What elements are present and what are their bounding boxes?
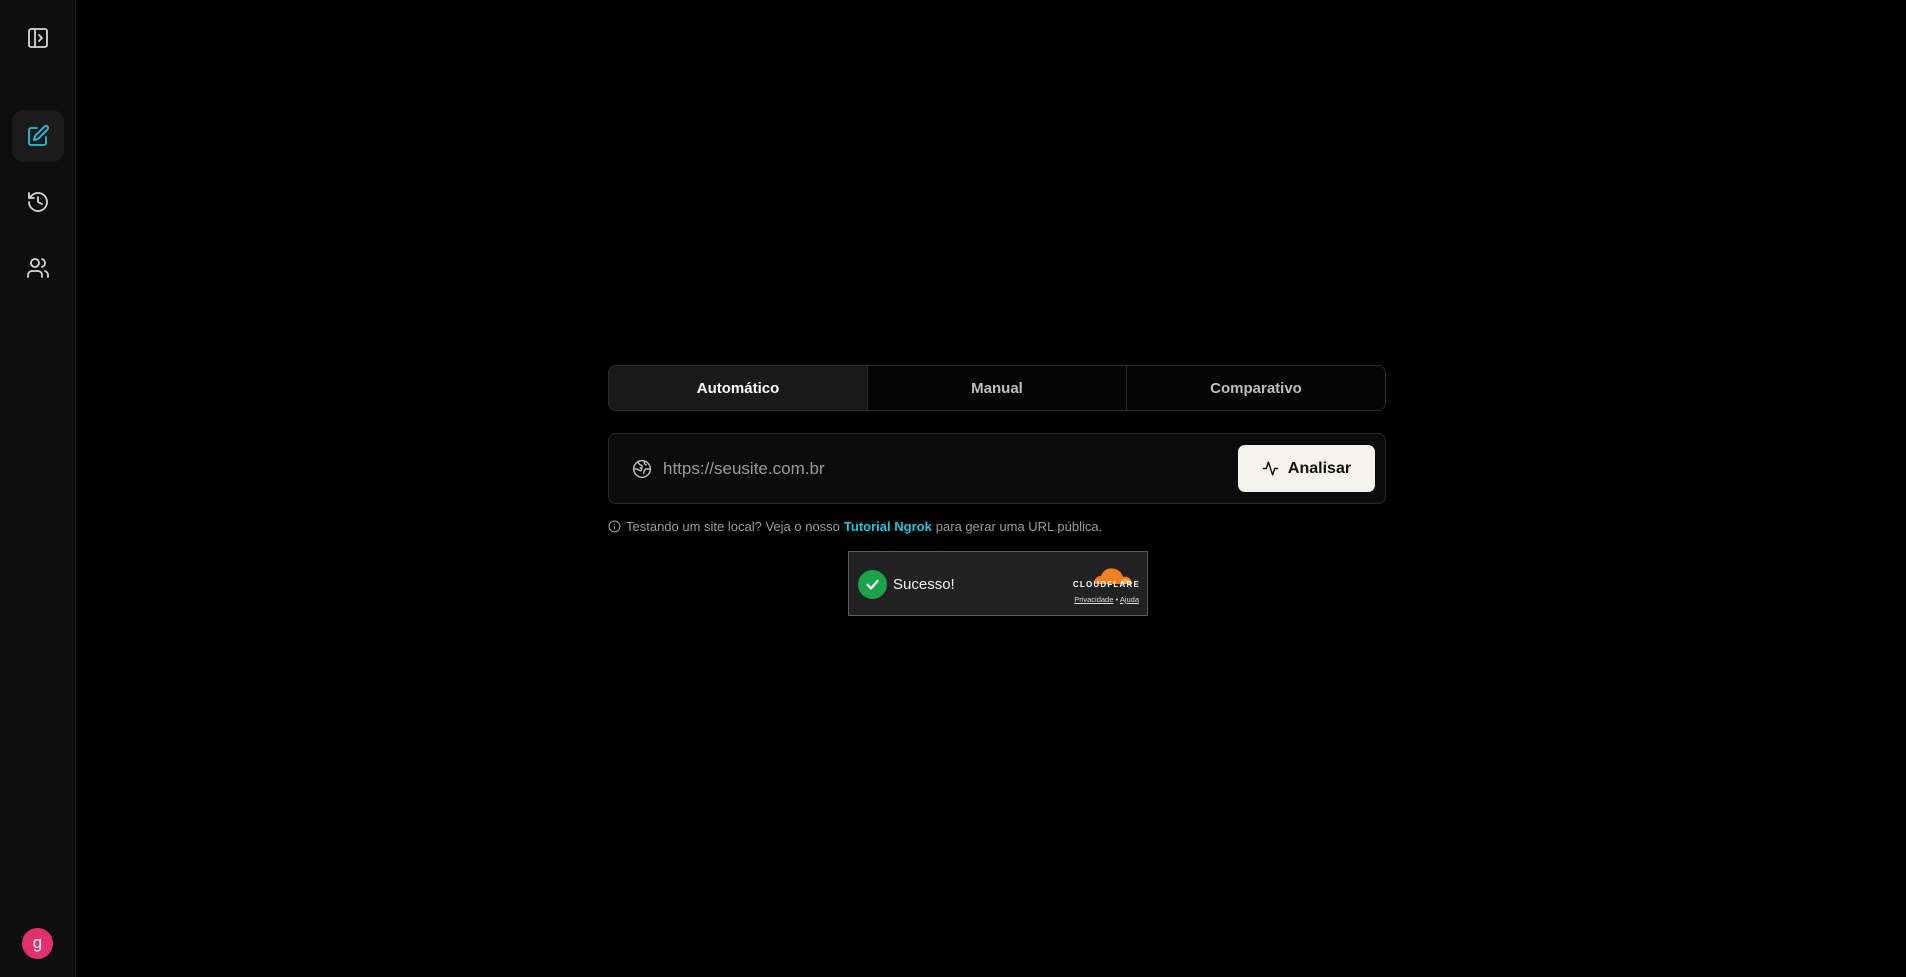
edit-icon (28, 125, 49, 146)
history-icon (28, 192, 48, 212)
sidebar-item-history[interactable] (12, 176, 64, 228)
url-input[interactable] (663, 450, 1203, 488)
success-check-icon (858, 570, 887, 599)
activity-icon (1262, 461, 1279, 476)
panel-toggle-icon (28, 28, 48, 48)
analyze-button-label: Analisar (1287, 459, 1352, 477)
privacy-link[interactable]: Privacidade (1074, 595, 1113, 604)
sidebar-item-new-analysis[interactable] (12, 110, 64, 162)
captcha-status: Sucesso! (893, 576, 955, 593)
links-separator: • (1115, 595, 1119, 604)
tab-manual[interactable]: Manual (868, 366, 1127, 410)
info-icon (608, 520, 621, 532)
help-link[interactable]: Ajuda (1120, 595, 1139, 604)
captcha-links: Privacidade • Ajuda (1074, 595, 1139, 604)
sidebar-item-team[interactable] (12, 242, 64, 294)
url-form: Analisar (608, 433, 1386, 504)
globe-icon (632, 459, 652, 479)
ngrok-tutorial-link[interactable]: Tutorial Ngrok (844, 519, 932, 534)
user-avatar[interactable]: g (22, 928, 53, 959)
sidebar: g (0, 0, 76, 977)
analyze-button[interactable]: Analisar (1238, 445, 1375, 492)
cloudflare-brand: CLOUDFLARE (1072, 580, 1140, 589)
cloudflare-captcha-widget: Sucesso! CLOUDFLARE Privacidade • Ajuda (848, 551, 1148, 616)
local-site-hint: Testando um site local? Veja o nosso Tut… (608, 518, 1102, 534)
mode-tabs: Automático Manual Comparativo (608, 365, 1386, 411)
tab-comparativo[interactable]: Comparativo (1127, 366, 1385, 410)
toggle-sidebar-button[interactable] (12, 12, 64, 64)
users-icon (27, 258, 49, 278)
hint-text-after: para gerar uma URL pública. (935, 518, 1103, 534)
avatar-letter: g (32, 932, 43, 952)
tab-automatico[interactable]: Automático (609, 366, 868, 410)
hint-text-before: Testando um site local? Veja o nosso (626, 518, 840, 534)
